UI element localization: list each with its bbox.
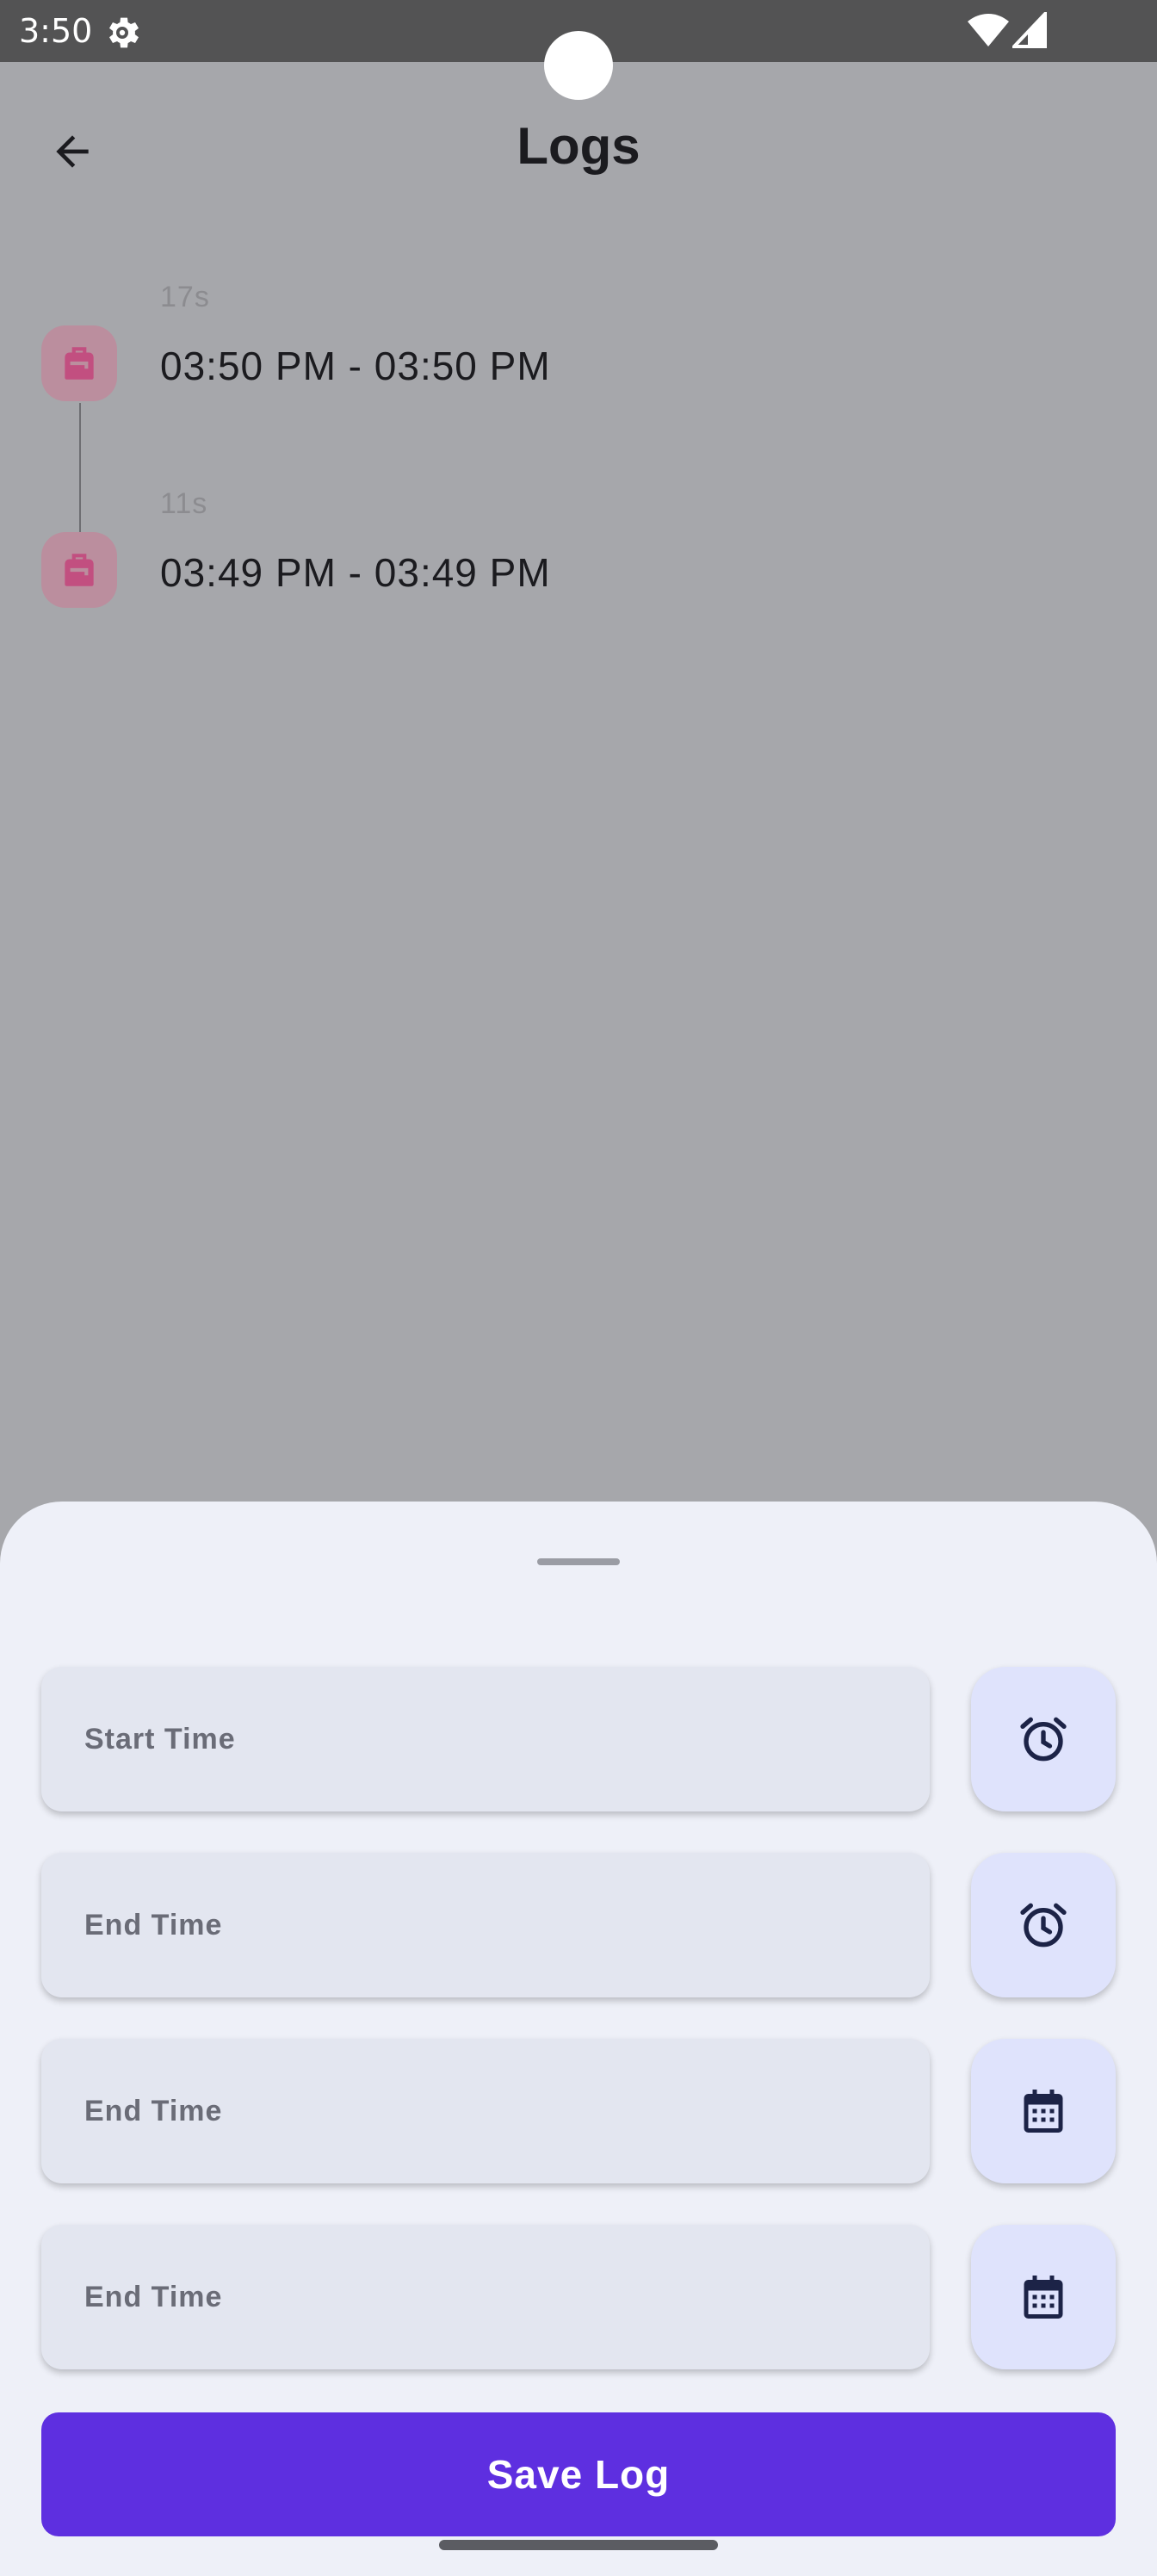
save-log-button[interactable]: Save Log: [41, 2412, 1116, 2536]
log-item[interactable]: 11s 03:49 PM - 03:49 PM: [0, 465, 1157, 637]
date-picker-button[interactable]: [971, 2039, 1116, 2183]
drag-handle[interactable]: [537, 1558, 620, 1565]
alarm-clock-icon: [1020, 1717, 1067, 1762]
gear-icon: [109, 17, 139, 48]
backpack-icon: [65, 554, 94, 586]
end-date-field[interactable]: End Time: [41, 2225, 930, 2369]
calendar-icon: [1024, 2090, 1063, 2133]
field-label: Start Time: [84, 1723, 236, 1756]
add-log-bottom-sheet: Start Time End Time End Time End Time Sa…: [0, 1502, 1157, 2576]
field-label: End Time: [84, 2095, 223, 2127]
end-time-picker-button[interactable]: [971, 1853, 1116, 1997]
home-indicator[interactable]: [439, 2540, 718, 2550]
status-time: 3:50: [19, 12, 93, 50]
field-label: End Time: [84, 1909, 223, 1941]
start-time-picker-button[interactable]: [971, 1667, 1116, 1811]
backpack-icon: [65, 347, 94, 380]
app-bar: Logs: [0, 62, 1157, 227]
alarm-clock-icon: [1020, 1903, 1067, 1947]
signal-icon: [1012, 12, 1047, 48]
field-label: End Time: [84, 2281, 223, 2313]
end-time-field[interactable]: End Time: [41, 1853, 930, 1997]
log-icon: [41, 325, 117, 401]
wifi-icon: [968, 14, 1009, 46]
log-range: 03:50 PM - 03:50 PM: [160, 344, 551, 388]
calendar-icon: [1024, 2276, 1063, 2319]
end-date-field[interactable]: End Time: [41, 2039, 930, 2183]
log-icon: [41, 532, 117, 608]
page-title: Logs: [517, 117, 640, 175]
date-picker-button[interactable]: [971, 2225, 1116, 2369]
log-duration: 17s: [160, 281, 210, 313]
log-item[interactable]: 17s 03:50 PM - 03:50 PM: [0, 258, 1157, 430]
log-duration: 11s: [160, 487, 208, 520]
start-time-field[interactable]: Start Time: [41, 1667, 930, 1811]
log-range: 03:49 PM - 03:49 PM: [160, 550, 551, 595]
